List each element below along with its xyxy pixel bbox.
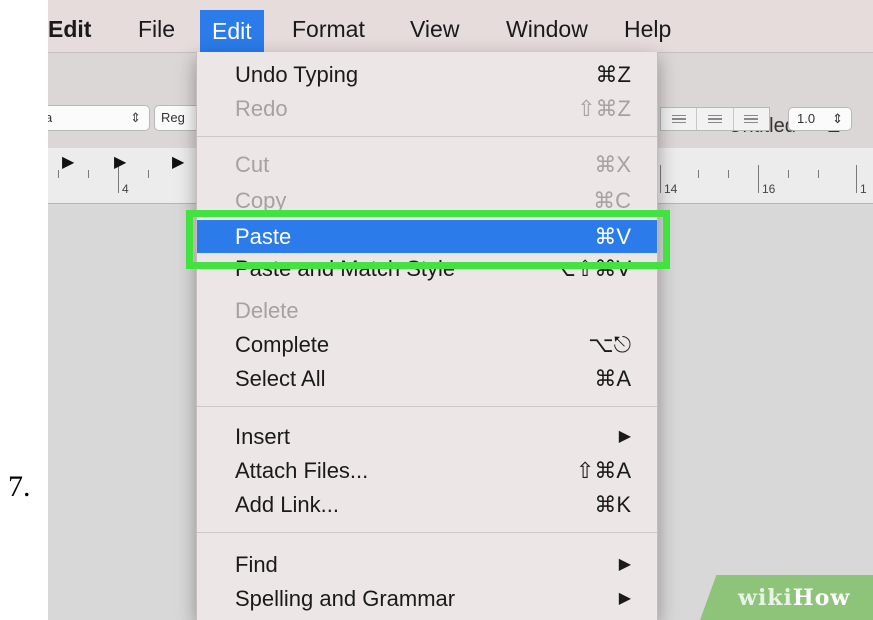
menubar-format[interactable]: Format [292,12,365,46]
step-number: 7. [8,470,31,503]
line-spacing-value: 1.0 [797,111,816,126]
menu-item-add-link[interactable]: Add Link... ⌘K [197,488,657,521]
ruler-tick [758,165,759,193]
ruler-tick [660,165,661,193]
highlight-annotation-box [186,210,670,269]
ruler-label: 14 [664,182,678,196]
menu-item-label: Insert [235,424,291,449]
menu-item-label: Add Link... [235,492,339,517]
menu-item-label: Cut [235,152,270,177]
align-justify-icon[interactable] [732,108,769,130]
ruler-tick [698,170,699,178]
ruler-tick [88,170,89,178]
menu-item-undo-typing[interactable]: Undo Typing ⌘Z [197,58,657,91]
line-spacing-combo[interactable]: 1.0 ⇕ [788,107,852,131]
submenu-arrow-icon: ▶ [618,428,631,445]
menu-item-shortcut: ⌥⎋ [588,332,631,357]
stepper-icon: ⇕ [130,110,141,125]
ruler-tick [856,165,857,193]
font-style-value: Reg [161,110,185,125]
menu-item-select-all[interactable]: Select All ⌘A [197,362,657,395]
edit-menu-dropdown: Undo Typing ⌘Z Redo ⇧⌘Z Cut ⌘X Copy ⌘C P… [196,52,658,620]
menu-item-insert[interactable]: Insert ▶ [197,420,657,453]
menu-item-label: Redo [235,96,288,121]
align-center-icon[interactable] [661,108,696,130]
menu-item-label: Undo Typing [235,62,359,87]
menubar-edit[interactable]: Edit [200,10,264,52]
menu-item-label: Delete [235,298,299,323]
menu-item-label: Complete [235,332,330,357]
submenu-arrow-icon: ▶ [618,590,631,607]
menu-separator [197,136,657,137]
menu-item-shortcut: ⌘K [594,492,631,517]
menu-item-redo[interactable]: Redo ⇧⌘Z [197,92,657,125]
menu-item-shortcut: ⌘Z [595,62,631,87]
font-family-combo[interactable]: a ⇕ [48,105,150,131]
ruler-tick [148,170,149,178]
ruler-label: 16 [762,182,776,196]
menu-item-shortcut: ⌘A [594,366,631,391]
menu-item-attach-files[interactable]: Attach Files... ⇧⌘A [197,454,657,487]
stepper-icon: ⇕ [832,111,843,126]
menubar-view[interactable]: View [410,12,459,46]
tab-stop-marker[interactable]: ▶ [172,152,184,172]
menu-item-complete[interactable]: Complete ⌥⎋ [197,328,657,361]
watermark-logo: wikiHow [738,585,851,611]
menu-item-find[interactable]: Find ▶ [197,548,657,581]
menubar-window[interactable]: Window [506,12,588,46]
ruler-tick [818,170,819,178]
menu-item-label: Attach Files... [235,458,369,483]
tab-stop-marker[interactable]: ▶ [62,152,74,172]
menu-item-cut[interactable]: Cut ⌘X [197,148,657,181]
menu-separator [197,406,657,407]
alignment-group [660,107,770,131]
tab-stop-marker[interactable]: ▶ [114,152,126,172]
ruler-label: 4 [122,182,129,196]
ruler-tick [58,170,59,178]
menu-item-label: Find [235,552,278,577]
menubar-file[interactable]: File [138,12,175,46]
menu-item-shortcut: ⇧⌘A [575,458,631,483]
ruler-label: 1 [860,182,867,196]
menubar-app-edit[interactable]: Edit [48,12,91,46]
ruler-tick [728,170,729,178]
align-right-icon[interactable] [696,108,732,130]
ruler-tick [788,170,789,178]
menubar-help[interactable]: Help [624,12,671,46]
screenshot-area: a ⇕ Reg Untitled — E 1.0 ⇕ ▶ ▶ ▶ 4 14 16… [48,0,873,620]
menu-bar: Edit File Edit Format View Window Help [48,0,873,53]
menu-separator [197,532,657,533]
submenu-arrow-icon: ▶ [618,556,631,573]
menu-item-shortcut: ⌘X [594,152,631,177]
font-family-value: a [48,110,53,125]
menu-item-spelling-and-grammar[interactable]: Spelling and Grammar ▶ [197,582,657,615]
menu-item-delete[interactable]: Delete [197,294,657,327]
menu-item-label: Select All [235,366,326,391]
menu-item-label: Spelling and Grammar [235,586,456,611]
menu-item-shortcut: ⇧⌘Z [577,96,631,121]
